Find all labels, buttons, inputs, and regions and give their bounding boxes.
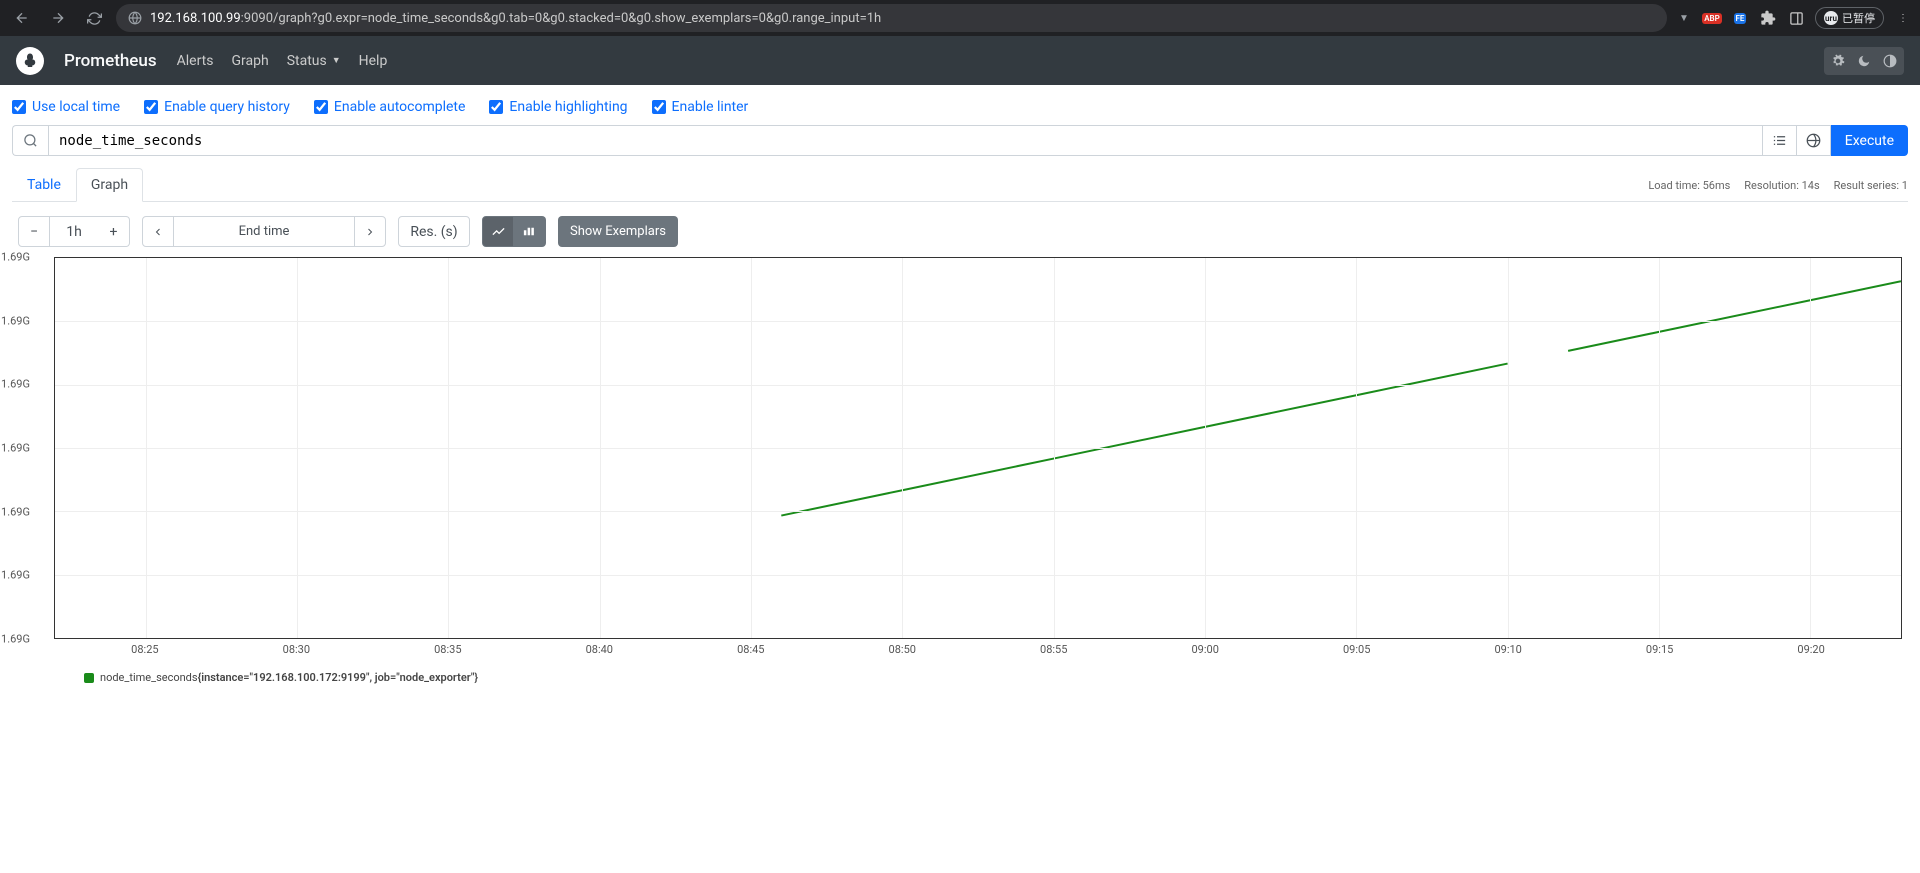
time-prev-button[interactable] — [142, 216, 174, 247]
option-label: Enable query history — [164, 99, 290, 115]
query-stats: Load time: 56ms Resolution: 14s Result s… — [1648, 179, 1908, 192]
profile-badge: uru — [1824, 11, 1838, 25]
extension-area: ▼ ABP FE uru 已暂停 ⋮ — [1675, 7, 1912, 29]
option-highlighting[interactable]: Enable highlighting — [489, 99, 627, 115]
profile-pause-pill[interactable]: uru 已暂停 — [1815, 7, 1884, 29]
legend-text: node_time_seconds{instance="192.168.100.… — [100, 671, 478, 684]
checkbox[interactable] — [12, 100, 26, 114]
option-label: Enable highlighting — [509, 99, 627, 115]
end-time-input[interactable]: End time — [174, 216, 354, 247]
pause-label: 已暂停 — [1842, 10, 1875, 26]
tab-graph[interactable]: Graph — [76, 168, 143, 202]
kebab-menu-icon[interactable]: ⋮ — [1894, 9, 1912, 27]
search-icon — [12, 125, 48, 156]
expression-input[interactable] — [48, 125, 1763, 156]
option-label: Use local time — [32, 99, 120, 115]
format-icon[interactable] — [1763, 125, 1797, 156]
nav-links: Alerts Graph Status▼ Help — [177, 53, 388, 69]
fe-extension-icon[interactable]: FE — [1731, 9, 1749, 27]
forward-button[interactable] — [44, 4, 72, 32]
option-label: Enable autocomplete — [334, 99, 466, 115]
nav-status[interactable]: Status▼ — [287, 53, 341, 69]
contrast-icon[interactable] — [1878, 49, 1902, 73]
panel-icon[interactable] — [1787, 9, 1805, 27]
gear-icon[interactable] — [1826, 49, 1850, 73]
checkbox[interactable] — [652, 100, 666, 114]
address-bar[interactable]: 192.168.100.99:9090/graph?g0.expr=node_t… — [116, 4, 1667, 32]
stat-resolution: Resolution: 14s — [1744, 179, 1819, 192]
chart-type-toggle — [482, 216, 546, 247]
chart-plot[interactable] — [54, 257, 1902, 639]
tab-table[interactable]: Table — [12, 168, 76, 202]
reload-button[interactable] — [80, 4, 108, 32]
checkbox[interactable] — [144, 100, 158, 114]
globe-icon — [128, 11, 142, 25]
option-linter[interactable]: Enable linter — [652, 99, 749, 115]
nav-help[interactable]: Help — [359, 53, 388, 69]
time-next-button[interactable] — [354, 216, 386, 247]
globe-icon[interactable] — [1797, 125, 1831, 156]
option-use-local-time[interactable]: Use local time — [12, 99, 120, 115]
legend[interactable]: node_time_seconds{instance="192.168.100.… — [18, 657, 1902, 692]
nav-alerts[interactable]: Alerts — [177, 53, 214, 69]
chart-area: 1.69G1.69G1.69G1.69G1.69G1.69G1.69G 08:2… — [0, 257, 1920, 702]
app-header: Prometheus Alerts Graph Status▼ Help — [0, 36, 1920, 85]
abp-extension-icon[interactable]: ABP — [1703, 9, 1721, 27]
graph-controls: − 1h + End time Res. (s) Show Exemplars — [0, 202, 1920, 257]
nav-graph[interactable]: Graph — [231, 53, 268, 69]
end-time-group: End time — [142, 216, 386, 247]
tabs-row: Table Graph Load time: 56ms Resolution: … — [0, 156, 1920, 202]
range-value[interactable]: 1h — [50, 216, 98, 247]
checkbox[interactable] — [314, 100, 328, 114]
range-plus-button[interactable]: + — [98, 216, 130, 247]
back-button[interactable] — [8, 4, 36, 32]
option-label: Enable linter — [672, 99, 749, 115]
options-row: Use local time Enable query history Enab… — [0, 85, 1920, 125]
legend-swatch — [84, 673, 94, 683]
range-stepper: − 1h + — [18, 216, 130, 247]
execute-button[interactable]: Execute — [1831, 125, 1908, 156]
url-text: 192.168.100.99:9090/graph?g0.expr=node_t… — [150, 11, 881, 26]
y-axis: 1.69G1.69G1.69G1.69G1.69G1.69G1.69G — [0, 257, 34, 639]
line-chart-icon[interactable] — [482, 216, 514, 247]
brand-title: Prometheus — [64, 51, 157, 71]
option-query-history[interactable]: Enable query history — [144, 99, 290, 115]
extensions-icon[interactable] — [1759, 9, 1777, 27]
range-minus-button[interactable]: − — [18, 216, 50, 247]
query-row: Execute — [0, 125, 1920, 156]
header-theme-toggle — [1824, 47, 1904, 75]
prometheus-logo — [16, 47, 44, 75]
option-autocomplete[interactable]: Enable autocomplete — [314, 99, 466, 115]
checkbox[interactable] — [489, 100, 503, 114]
stacked-chart-icon[interactable] — [514, 216, 546, 247]
moon-icon[interactable] — [1852, 49, 1876, 73]
x-axis: 08:2508:3008:3508:4008:4508:5008:5509:00… — [54, 639, 1902, 657]
browser-toolbar: 192.168.100.99:9090/graph?g0.expr=node_t… — [0, 0, 1920, 36]
resolution-input[interactable]: Res. (s) — [398, 216, 470, 247]
show-exemplars-button[interactable]: Show Exemplars — [558, 216, 678, 247]
stat-load-time: Load time: 56ms — [1648, 179, 1730, 192]
v-extension-icon[interactable]: ▼ — [1675, 9, 1693, 27]
stat-series: Result series: 1 — [1834, 179, 1908, 192]
